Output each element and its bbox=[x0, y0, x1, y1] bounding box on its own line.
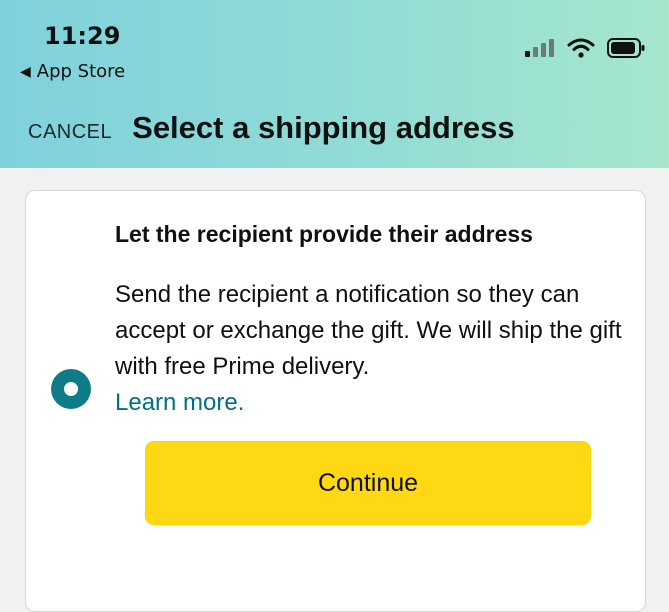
option-radio-button[interactable] bbox=[51, 369, 91, 409]
cancel-button[interactable]: CANCEL bbox=[28, 121, 112, 144]
cellular-signal-icon bbox=[525, 39, 554, 57]
learn-more-link[interactable]: Learn more. bbox=[115, 385, 625, 421]
status-icons bbox=[525, 38, 645, 58]
battery-icon bbox=[607, 38, 645, 58]
wifi-icon bbox=[567, 38, 595, 58]
back-link-label: App Store bbox=[36, 61, 126, 82]
radio-selected-dot bbox=[64, 382, 78, 396]
back-arrow-icon: ◀ bbox=[20, 63, 31, 80]
page-title: Select a shipping address bbox=[132, 110, 515, 145]
recipient-address-option-card[interactable]: Let the recipient provide their address … bbox=[25, 190, 646, 612]
continue-button[interactable]: Continue bbox=[145, 441, 591, 525]
option-description: Send the recipient a notification so the… bbox=[115, 277, 625, 421]
nav-row: CANCEL Select a shipping address bbox=[28, 110, 515, 146]
status-time: 11:29 bbox=[44, 22, 121, 50]
back-to-app-store-link[interactable]: ◀ App Store bbox=[20, 61, 125, 82]
option-description-text: Send the recipient a notification so the… bbox=[115, 281, 622, 380]
app-header: 11:29 ◀ App Store CANCEL Select a shippi… bbox=[0, 0, 669, 168]
option-title: Let the recipient provide their address bbox=[115, 221, 533, 247]
